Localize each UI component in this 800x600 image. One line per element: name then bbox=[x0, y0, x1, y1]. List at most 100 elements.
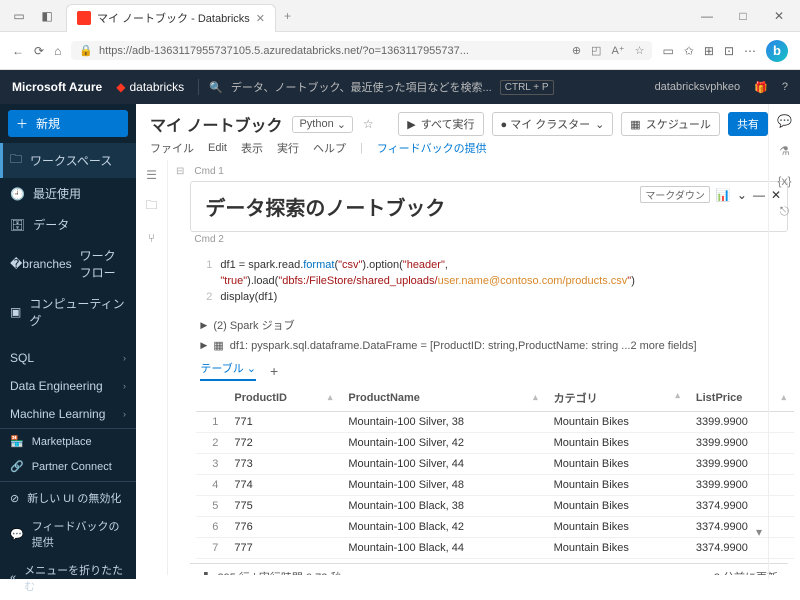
menu-feedback[interactable]: フィードバックの提供 bbox=[377, 140, 487, 156]
compute-icon: ▣ bbox=[10, 305, 21, 319]
table-row[interactable]: 6776Mountain-100 Black, 42Mountain Bikes… bbox=[196, 517, 794, 538]
collections-icon[interactable]: ⊞ bbox=[704, 44, 714, 58]
table-tab[interactable]: テーブル ⌄ bbox=[200, 360, 256, 381]
menu-edit[interactable]: Edit bbox=[208, 142, 227, 154]
chart-icon[interactable]: 📊 bbox=[716, 188, 731, 202]
scroll-down-icon[interactable]: ▾ bbox=[756, 525, 762, 539]
sidebar-item-feedback[interactable]: 💬フィードバックの提供 bbox=[0, 512, 136, 556]
chevron-right-icon: › bbox=[123, 381, 126, 391]
minimize-icon[interactable]: — bbox=[753, 188, 765, 202]
gift-icon[interactable]: 🎁 bbox=[754, 81, 768, 94]
sidebar-item-disable-newui[interactable]: ⊘新しい UI の無効化 bbox=[0, 484, 136, 512]
notebook-title[interactable]: マイ ノートブック bbox=[150, 112, 282, 136]
bing-icon[interactable]: b bbox=[766, 40, 788, 62]
result-table: ProductID▴ProductName▴カテゴリ▴ListPrice▴ 17… bbox=[196, 385, 794, 559]
spark-jobs-fold[interactable]: ▶(2) Spark ジョブ bbox=[200, 317, 788, 333]
sidebar-item-recent[interactable]: 🕘最近使用 bbox=[0, 178, 136, 209]
sidebar-item-compute[interactable]: ▣コンピューティング bbox=[0, 288, 136, 336]
home-icon[interactable]: ⌂ bbox=[54, 44, 61, 58]
minimize-button[interactable]: — bbox=[692, 4, 722, 28]
workspace-icon[interactable]: ▭ bbox=[12, 9, 26, 23]
global-search[interactable]: 🔍 データ、ノートブック、最近使った項目などを検索... CTRL + P bbox=[198, 79, 553, 95]
new-button[interactable]: ＋新規 bbox=[8, 110, 128, 137]
add-visualization-button[interactable]: + bbox=[270, 363, 278, 379]
dataframe-info-fold[interactable]: ▶▦df1: pyspark.sql.dataframe.DataFrame =… bbox=[200, 339, 788, 352]
row-count: 295 行 bbox=[218, 572, 250, 575]
toc-icon[interactable]: ☰ bbox=[146, 168, 157, 182]
code-cell[interactable]: 1 2 df1 = spark.read.format("csv").optio… bbox=[190, 251, 788, 575]
menu-help[interactable]: ヘルプ bbox=[313, 140, 346, 156]
databricks-brand: ◆databricks bbox=[116, 80, 184, 94]
folder-icon: 🗀 bbox=[10, 150, 22, 171]
favorite-icon[interactable]: ☆ bbox=[635, 44, 645, 57]
table-row[interactable]: 1771Mountain-100 Silver, 38Mountain Bike… bbox=[196, 412, 794, 433]
new-tab-button[interactable]: + bbox=[284, 9, 291, 23]
share-button[interactable]: 共有 bbox=[728, 112, 768, 136]
comment-icon[interactable]: 💬 bbox=[777, 114, 792, 128]
folder-icon[interactable]: 🗀 bbox=[145, 196, 157, 217]
cmd-label-2: Cmd 2 bbox=[194, 234, 788, 245]
code-content[interactable]: df1 = spark.read.format("csv").option("h… bbox=[220, 257, 788, 305]
app-header: Microsoft Azure ◆databricks 🔍 データ、ノートブック… bbox=[0, 70, 800, 104]
sidebar-item-collapse[interactable]: «メニューを折りたたむ bbox=[0, 556, 136, 600]
sidebar-item-partner-connect[interactable]: 🔗Partner Connect bbox=[0, 454, 136, 479]
toggle-icon: ⊘ bbox=[10, 492, 19, 505]
result-status-bar: ⬇ 295 行 | 実行時間 0.72 秒 3 分前に更新 bbox=[190, 563, 788, 575]
favorite-star-icon[interactable]: ☆ bbox=[363, 117, 374, 131]
triangle-right-icon: ▶ bbox=[200, 320, 207, 331]
rss-icon[interactable]: ▭ bbox=[662, 44, 673, 58]
sidebar-item-machine-learning[interactable]: Machine Learning› bbox=[0, 400, 136, 428]
extensions-icon[interactable]: ⊡ bbox=[724, 44, 734, 58]
cluster-selector[interactable]: ● マイ クラスター⌄ bbox=[492, 112, 614, 136]
sidebar-item-workspace[interactable]: 🗀ワークスペース bbox=[0, 143, 136, 178]
sidebar-item-data[interactable]: 🗄データ bbox=[0, 209, 136, 240]
sidebar-item-data-engineering[interactable]: Data Engineering› bbox=[0, 372, 136, 400]
sidebar-item-sql[interactable]: SQL› bbox=[0, 344, 136, 372]
refresh-icon[interactable]: ⟳ bbox=[34, 44, 44, 58]
close-window-button[interactable]: ✕ bbox=[764, 4, 794, 28]
sidebar-item-marketplace[interactable]: 🏪Marketplace bbox=[0, 429, 136, 454]
help-icon[interactable]: ? bbox=[782, 81, 788, 93]
language-selector[interactable]: Python⌄ bbox=[292, 116, 352, 133]
favorites-icon[interactable]: ✩ bbox=[684, 44, 694, 58]
sidebar-item-workflow[interactable]: �branchesワークフロー bbox=[0, 240, 136, 288]
table-row[interactable]: 7777Mountain-100 Black, 44Mountain Bikes… bbox=[196, 538, 794, 559]
zoom-icon[interactable]: ⊕ bbox=[572, 44, 581, 57]
table-row[interactable]: 2772Mountain-100 Silver, 42Mountain Bike… bbox=[196, 433, 794, 454]
close-tab-icon[interactable]: ✕ bbox=[256, 12, 265, 25]
tab-actions-icon[interactable]: ◰ bbox=[591, 44, 601, 57]
back-icon[interactable]: ← bbox=[12, 44, 24, 58]
clock-icon: 🕘 bbox=[10, 187, 25, 201]
git-icon[interactable]: ⑂ bbox=[148, 231, 155, 245]
address-bar[interactable]: 🔒 https://adb-1363117955737105.5.azureda… bbox=[71, 41, 652, 60]
schedule-button[interactable]: ▦スケジュール bbox=[621, 112, 720, 136]
read-aloud-icon[interactable]: A⁺ bbox=[611, 44, 624, 57]
markdown-cell[interactable]: マークダウン 📊 ⌄ — ✕ データ探索のノートブック bbox=[190, 181, 788, 232]
sidebar-icon[interactable]: ◧ bbox=[40, 9, 54, 23]
search-shortcut: CTRL + P bbox=[500, 80, 554, 95]
column-header[interactable]: カテゴリ▴ bbox=[546, 385, 688, 412]
browser-tab[interactable]: マイ ノートブック - Databricks ✕ bbox=[66, 4, 276, 32]
variables-icon[interactable]: {x} bbox=[777, 174, 791, 188]
table-row[interactable]: 4774Mountain-100 Silver, 48Mountain Bike… bbox=[196, 475, 794, 496]
browser-titlebar: ▭ ◧ マイ ノートブック - Databricks ✕ + — □ ✕ bbox=[0, 0, 800, 32]
maximize-button[interactable]: □ bbox=[728, 4, 758, 28]
exec-time: 実行時間 0.72 秒 bbox=[259, 572, 342, 575]
column-header[interactable]: ProductID▴ bbox=[226, 385, 340, 412]
download-icon[interactable]: ⬇ bbox=[200, 572, 211, 575]
menu-file[interactable]: ファイル bbox=[150, 140, 194, 156]
menu-run[interactable]: 実行 bbox=[277, 140, 299, 156]
chevron-down-icon[interactable]: ⌄ bbox=[737, 188, 747, 202]
plus-icon: ＋ bbox=[16, 115, 28, 132]
more-icon[interactable]: ⋯ bbox=[744, 44, 756, 58]
mlflow-icon[interactable]: ⚗ bbox=[779, 144, 790, 158]
workspace-name[interactable]: databricksvphkeo bbox=[655, 81, 741, 93]
column-header[interactable]: ProductName▴ bbox=[340, 385, 545, 412]
markdown-tag: マークダウン bbox=[640, 186, 710, 203]
menu-view[interactable]: 表示 bbox=[241, 140, 263, 156]
history-icon[interactable]: ⎋ bbox=[780, 204, 790, 219]
table-row[interactable]: 5775Mountain-100 Black, 38Mountain Bikes… bbox=[196, 496, 794, 517]
table-row[interactable]: 3773Mountain-100 Silver, 44Mountain Bike… bbox=[196, 454, 794, 475]
collapse-toggle-icon[interactable]: ⊟ bbox=[176, 166, 184, 177]
run-all-button[interactable]: ▶すべて実行 bbox=[398, 112, 483, 136]
